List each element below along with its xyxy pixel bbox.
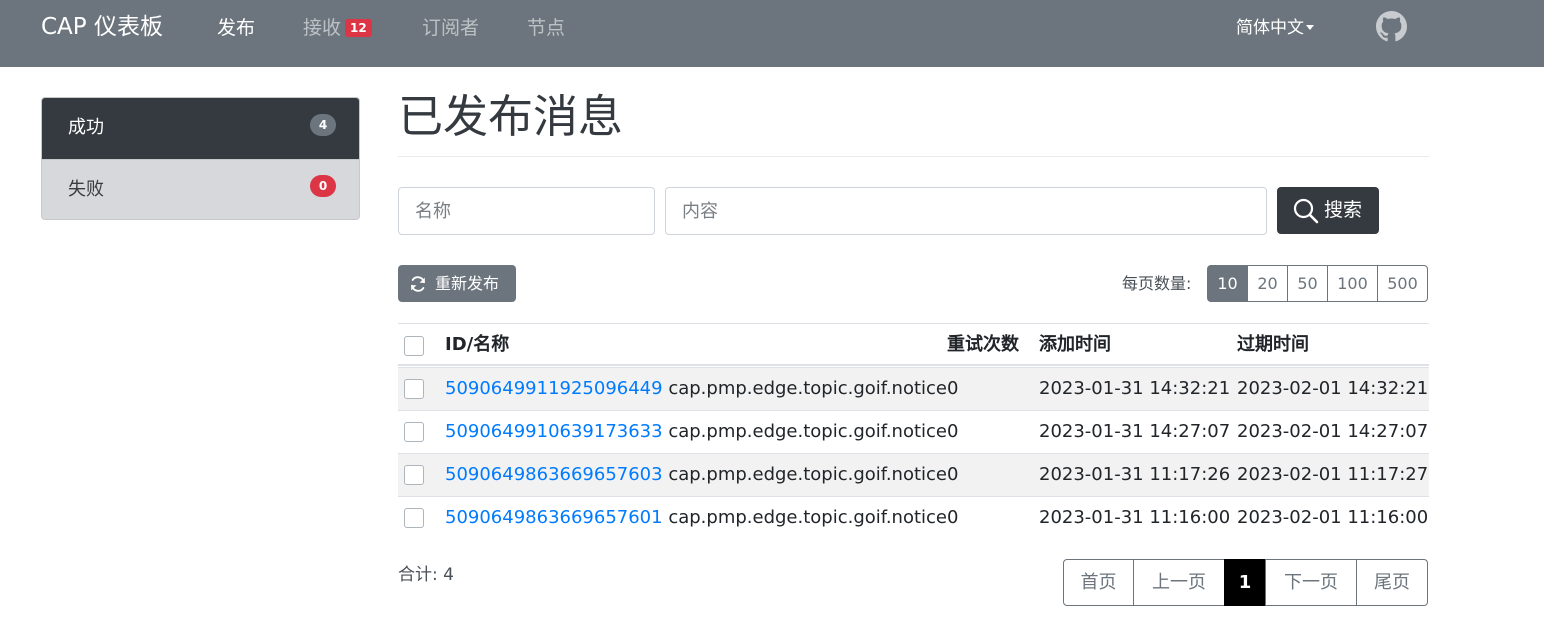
message-name: cap.pmp.edge.topic.goif.notice xyxy=(668,421,947,442)
previous-page-button[interactable]: 上一页 xyxy=(1133,559,1225,606)
message-id-name-cell: 5090649863669657601 cap.pmp.edge.topic.g… xyxy=(445,506,947,530)
nav-link-received[interactable]: 接收 12 xyxy=(303,15,372,41)
brand-title[interactable]: CAP 仪表板 xyxy=(41,12,163,42)
select-all-checkbox[interactable] xyxy=(404,336,424,356)
total-count: 合计: 4 xyxy=(398,565,454,585)
nav-link-subscribers[interactable]: 订阅者 xyxy=(422,15,479,41)
next-page-button[interactable]: 下一页 xyxy=(1265,559,1357,606)
search-button-label: 搜索 xyxy=(1324,199,1363,221)
message-id-link[interactable]: 5090649863669657603 xyxy=(445,464,663,485)
message-id-link[interactable]: 5090649863669657601 xyxy=(445,507,663,528)
per-page-option-20[interactable]: 20 xyxy=(1247,265,1288,302)
github-icon[interactable] xyxy=(1376,11,1407,42)
column-header-expires: 过期时间 xyxy=(1237,334,1309,355)
per-page-option-500[interactable]: 500 xyxy=(1377,265,1428,302)
table-row: 5090649863669657601 cap.pmp.edge.topic.g… xyxy=(398,496,1429,539)
added-time-cell: 2023-01-31 11:17:26 xyxy=(1039,464,1231,485)
received-count-badge: 12 xyxy=(345,19,372,37)
added-time-cell: 2023-01-31 14:32:21 xyxy=(1039,378,1231,399)
current-page-button[interactable]: 1 xyxy=(1224,559,1266,606)
row-checkbox[interactable] xyxy=(404,379,424,399)
refresh-icon xyxy=(411,276,425,292)
column-header-id-name: ID/名称 xyxy=(445,334,510,355)
nav-link-nodes[interactable]: 节点 xyxy=(527,15,565,41)
nav-link-subscribers-label: 订阅者 xyxy=(422,17,480,39)
language-label: 简体中文 xyxy=(1236,18,1304,38)
failed-count-badge: 0 xyxy=(310,175,336,197)
retries-cell: 0 xyxy=(947,421,959,442)
message-id-name-cell: 5090649910639173633 cap.pmp.edge.topic.g… xyxy=(445,420,947,444)
top-navbar: CAP 仪表板 发布 接收 12 订阅者 节点 简体中文 xyxy=(0,0,1544,67)
search-icon xyxy=(1293,198,1319,224)
message-name: cap.pmp.edge.topic.goif.notice xyxy=(668,507,947,528)
pagination: 首页 上一页 1 下一页 尾页 xyxy=(1063,559,1428,606)
per-page-option-10[interactable]: 10 xyxy=(1207,265,1248,302)
expires-time-cell: 2023-02-01 11:16:00 xyxy=(1237,507,1429,528)
nav-link-nodes-label: 节点 xyxy=(527,17,566,39)
expires-time-cell: 2023-02-01 11:17:27 xyxy=(1237,464,1429,485)
row-checkbox[interactable] xyxy=(404,422,424,442)
retries-cell: 0 xyxy=(947,378,959,399)
last-page-button[interactable]: 尾页 xyxy=(1356,559,1428,606)
expires-time-cell: 2023-02-01 14:27:07 xyxy=(1237,421,1429,442)
status-sidebar: 成功 4 失败 0 xyxy=(41,97,360,220)
sidebar-item-label: 成功 xyxy=(68,117,104,138)
row-checkbox[interactable] xyxy=(404,465,424,485)
per-page-option-100[interactable]: 100 xyxy=(1327,265,1378,302)
sidebar-item-label: 失败 xyxy=(68,179,104,200)
sidebar-item-failed[interactable]: 失败 0 xyxy=(42,159,359,219)
per-page-selector: 10 20 50 100 500 xyxy=(1207,265,1428,302)
caret-down-icon xyxy=(1306,25,1314,30)
first-page-button[interactable]: 首页 xyxy=(1063,559,1134,606)
column-header-retries: 重试次数 xyxy=(947,334,1019,355)
table-row: 5090649911925096449 cap.pmp.edge.topic.g… xyxy=(398,367,1429,410)
name-search-input[interactable] xyxy=(398,187,655,235)
republish-button[interactable]: 重新发布 xyxy=(398,265,516,302)
table-row: 5090649910639173633 cap.pmp.edge.topic.g… xyxy=(398,410,1429,453)
per-page-label: 每页数量: xyxy=(1122,274,1192,293)
republish-button-label: 重新发布 xyxy=(435,274,500,293)
nav-link-received-label: 接收 xyxy=(303,17,342,39)
search-button[interactable]: 搜索 xyxy=(1277,187,1379,234)
title-divider xyxy=(398,156,1429,157)
language-dropdown[interactable]: 简体中文 xyxy=(1236,15,1314,41)
table-header: ID/名称 重试次数 添加时间 过期时间 xyxy=(398,323,1429,366)
message-id-link[interactable]: 5090649910639173633 xyxy=(445,421,663,442)
expires-time-cell: 2023-02-01 14:32:21 xyxy=(1237,378,1429,399)
nav-link-publish-label: 发布 xyxy=(217,17,256,39)
message-id-name-cell: 5090649863669657603 cap.pmp.edge.topic.g… xyxy=(445,463,947,487)
column-header-added: 添加时间 xyxy=(1039,334,1111,355)
per-page-option-50[interactable]: 50 xyxy=(1287,265,1328,302)
message-id-link[interactable]: 5090649911925096449 xyxy=(445,378,663,399)
message-id-name-cell: 5090649911925096449 cap.pmp.edge.topic.g… xyxy=(445,377,947,401)
retries-cell: 0 xyxy=(947,464,959,485)
sidebar-item-succeeded[interactable]: 成功 4 xyxy=(42,98,359,159)
content-search-input[interactable] xyxy=(665,187,1267,235)
added-time-cell: 2023-01-31 11:16:00 xyxy=(1039,507,1231,528)
retries-cell: 0 xyxy=(947,507,959,528)
succeeded-count-badge: 4 xyxy=(310,114,336,136)
table-row: 5090649863669657603 cap.pmp.edge.topic.g… xyxy=(398,453,1429,496)
row-checkbox[interactable] xyxy=(404,508,424,528)
message-name: cap.pmp.edge.topic.goif.notice xyxy=(668,464,947,485)
added-time-cell: 2023-01-31 14:27:07 xyxy=(1039,421,1231,442)
message-name: cap.pmp.edge.topic.goif.notice xyxy=(668,378,947,399)
page-title: 已发布消息 xyxy=(398,90,624,143)
nav-link-publish[interactable]: 发布 xyxy=(217,15,255,41)
